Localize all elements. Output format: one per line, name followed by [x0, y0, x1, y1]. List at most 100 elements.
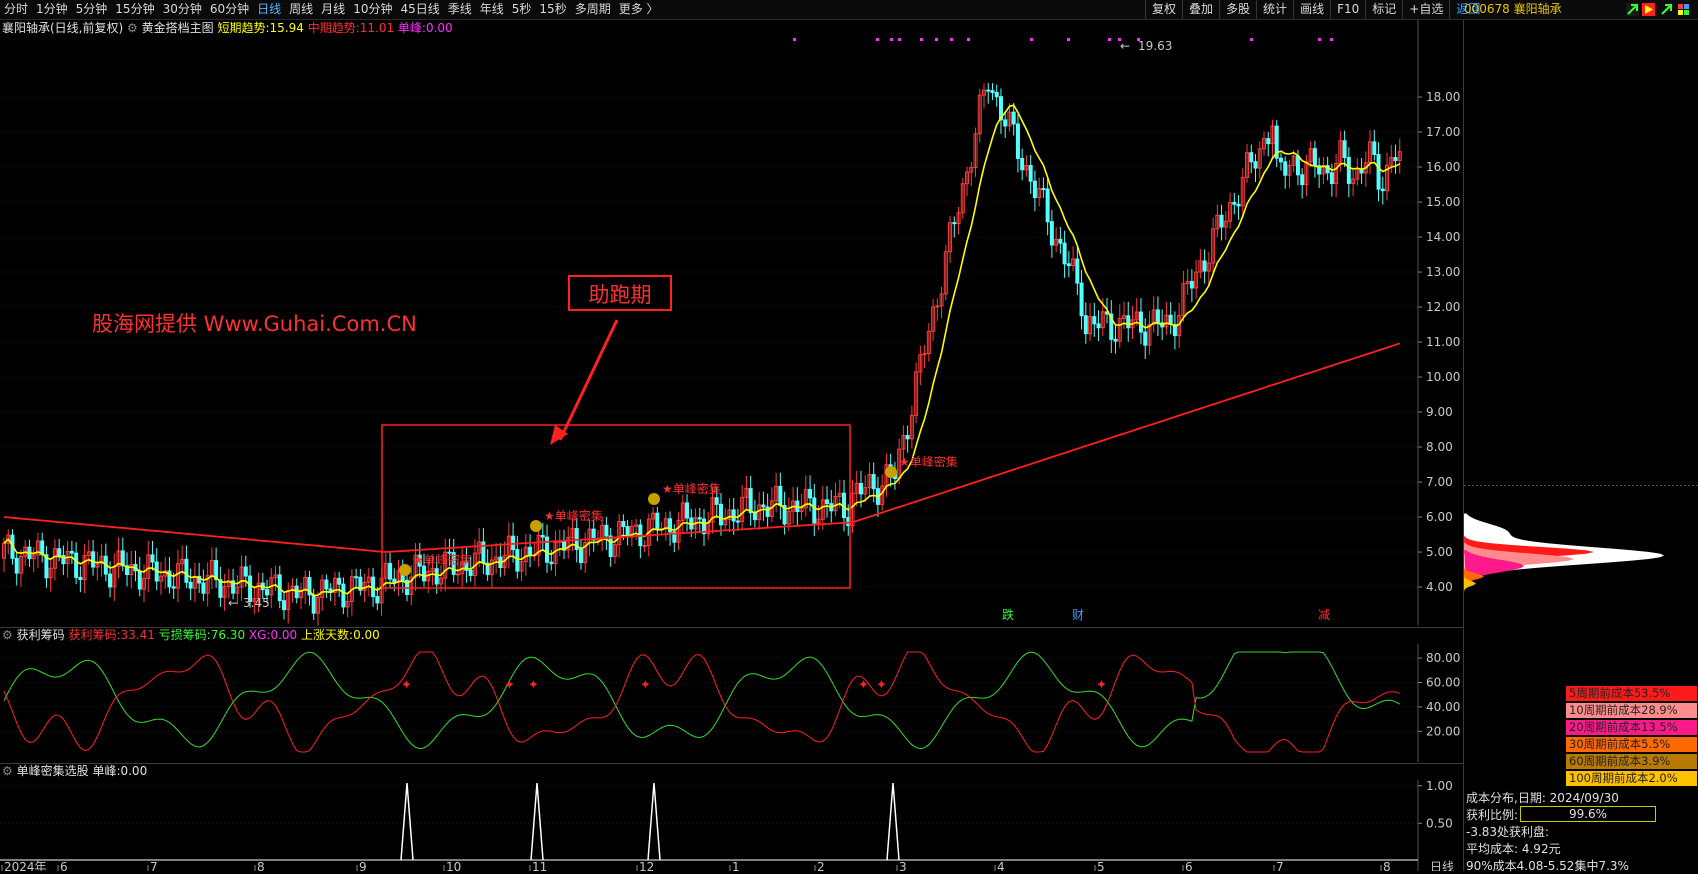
- moneybag-icon: [885, 466, 897, 478]
- candle-body: [685, 502, 690, 519]
- tool-button-2[interactable]: 多股: [1219, 0, 1256, 19]
- candle-body: [668, 518, 673, 533]
- candle-body: [1028, 164, 1033, 182]
- signal-dot: [1118, 38, 1121, 41]
- stock-title: 000678 襄阳轴承: [1464, 0, 1562, 19]
- tool-button-7[interactable]: +自选: [1402, 0, 1449, 19]
- y-tick-label: 1.00: [1426, 780, 1453, 793]
- y-tick-label: 8.00: [1426, 440, 1453, 454]
- candle-body: [455, 573, 460, 576]
- candle-body: [108, 573, 113, 588]
- signal-dot: [890, 38, 893, 41]
- grid-icon[interactable]: [1677, 3, 1690, 16]
- profit-panel-name[interactable]: 获利筹码: [17, 628, 65, 642]
- avg-cost: 平均成本: 4.92元: [1466, 842, 1561, 856]
- signal-dot: [1318, 38, 1321, 41]
- buy-marker: ✦: [858, 678, 869, 693]
- gear-icon[interactable]: ⚙: [2, 764, 13, 778]
- tool-button-5[interactable]: F10: [1330, 0, 1365, 19]
- tool-button-3[interactable]: 统计: [1256, 0, 1293, 19]
- arrow-icon: ←: [1120, 39, 1130, 53]
- candle-body: [1372, 141, 1377, 155]
- peak-spike: [400, 782, 414, 861]
- tool-button-6[interactable]: 标记: [1365, 0, 1402, 19]
- signal-dot: [1030, 38, 1033, 41]
- tab-13[interactable]: 5秒: [508, 0, 536, 19]
- tab-2[interactable]: 5分钟: [72, 0, 112, 19]
- candle-body: [986, 89, 991, 92]
- single-peak-chart[interactable]: 1.000.502024年 6 7 8 9 10 11 12 1 2 3 4 5 6 7 8 日线: [0, 780, 1463, 871]
- candle-body: [718, 503, 723, 526]
- tab-16[interactable]: 更多 〉: [615, 0, 663, 19]
- tab-9[interactable]: 10分钟: [349, 0, 396, 19]
- candle-body: [468, 569, 473, 576]
- panel-divider: [0, 763, 1463, 764]
- y-tick-label: 0.50: [1426, 816, 1453, 830]
- tab-6[interactable]: 日线: [253, 0, 285, 19]
- profit-panel-header: ⚙ 获利筹码 获利筹码:33.41 亏损筹码:76.30 XG:0.00 上涨天…: [2, 627, 380, 643]
- tab-15[interactable]: 多周期: [571, 0, 615, 19]
- candle-body: [1138, 311, 1143, 333]
- candle-body: [1346, 157, 1351, 184]
- cost-concentration: 90%成本4.08-5.52集中7.3%: [1466, 859, 1629, 873]
- tool-button-0[interactable]: 复权: [1145, 0, 1182, 19]
- profit-ratio-label: 获利比例:: [1466, 808, 1519, 822]
- candle-body: [1342, 140, 1347, 159]
- candle-body: [1058, 238, 1063, 244]
- tab-0[interactable]: 分时: [0, 0, 32, 19]
- profit-chip-chart[interactable]: 80.00 60.00 40.00 20.00 ✦ ✦ ✦ ✦ ✦ ✦ ✦: [0, 644, 1463, 762]
- y-tick-label: 18.00: [1426, 90, 1460, 104]
- candle-body: [150, 554, 155, 563]
- short-trend-line: [3, 104, 1401, 597]
- candle-body: [1045, 188, 1050, 223]
- signal-label: ★单峰密集: [662, 481, 721, 496]
- stock-code: 000678: [1464, 2, 1510, 16]
- tab-7[interactable]: 周线: [285, 0, 317, 19]
- tab-3[interactable]: 15分钟: [111, 0, 158, 19]
- gear-icon[interactable]: ⚙: [2, 628, 13, 642]
- candle-body: [994, 91, 999, 98]
- candle-body: [515, 549, 520, 572]
- cost-legend-row: 20周期前成本13.5%: [1566, 720, 1697, 735]
- candle-body: [1075, 258, 1080, 284]
- candle-body: [714, 497, 719, 505]
- buy-marker: ✦: [640, 678, 651, 693]
- period-label: 日线: [1430, 860, 1454, 871]
- signal-dot: [898, 38, 901, 41]
- y-tick-label: 7.00: [1426, 475, 1453, 489]
- rise-days-label: 上涨天数:: [301, 628, 354, 642]
- y-tick-label: 17.00: [1426, 125, 1460, 139]
- play-icon[interactable]: [1660, 3, 1673, 16]
- tab-14[interactable]: 15秒: [535, 0, 570, 19]
- high-price-label: 19.63: [1138, 39, 1172, 53]
- mid-trend-line: [3, 342, 1401, 553]
- tab-11[interactable]: 季线: [444, 0, 476, 19]
- peak-panel-name[interactable]: 单峰密集选股: [17, 764, 89, 778]
- arrow-up-icon[interactable]: [1626, 3, 1639, 16]
- candle-body: [812, 497, 817, 524]
- candle-body: [642, 545, 647, 548]
- tab-8[interactable]: 月线: [317, 0, 349, 19]
- signal-dot: [876, 38, 879, 41]
- watermark-text: 股海网提供 Www.Guhai.Com.CN: [92, 312, 417, 336]
- tab-5[interactable]: 60分钟: [206, 0, 253, 19]
- candle-body: [1143, 331, 1148, 346]
- candle-body: [1236, 203, 1241, 207]
- x-tick-label: 11: [532, 860, 547, 871]
- candle-body: [1219, 214, 1224, 228]
- candle-body: [952, 222, 957, 225]
- tab-4[interactable]: 30分钟: [159, 0, 206, 19]
- tab-1[interactable]: 1分钟: [32, 0, 72, 19]
- buy-marker: ✦: [876, 678, 887, 693]
- tab-12[interactable]: 年线: [476, 0, 508, 19]
- tab-10[interactable]: 45日线: [396, 0, 443, 19]
- tool-button-1[interactable]: 叠加: [1182, 0, 1219, 19]
- tool-button-4[interactable]: 画线: [1293, 0, 1330, 19]
- candle-body: [1189, 280, 1194, 289]
- signal-dot: [1330, 38, 1333, 41]
- candle-body: [697, 517, 702, 520]
- candle-body: [528, 546, 533, 556]
- signal-label: ★单峰密集: [544, 508, 603, 523]
- flag-icon[interactable]: [1642, 3, 1655, 16]
- x-tick-label: 6: [60, 860, 68, 871]
